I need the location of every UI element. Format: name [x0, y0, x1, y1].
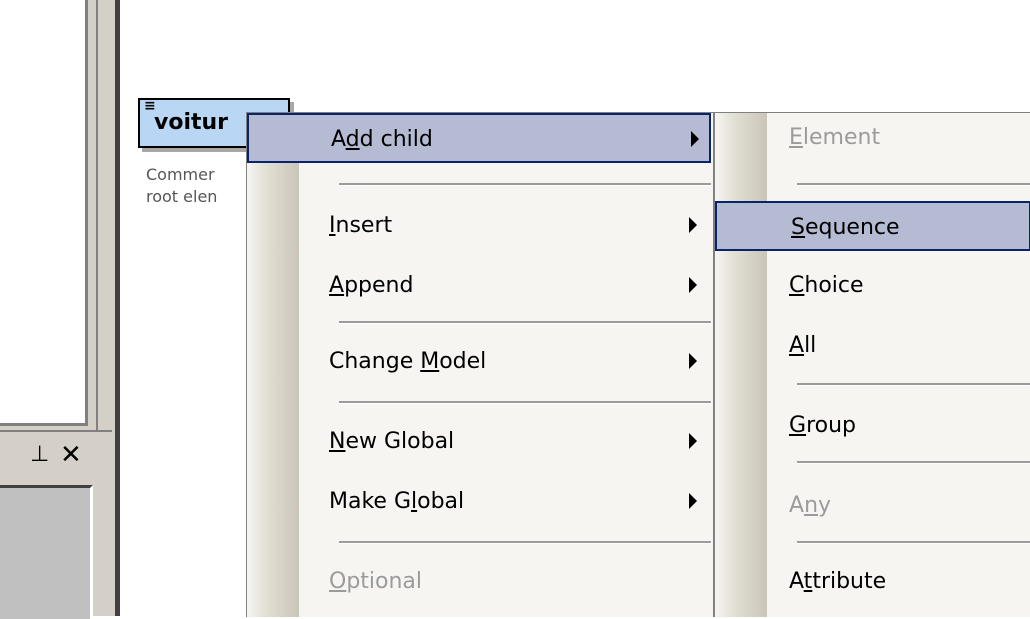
menu-item-label: Append	[329, 273, 413, 298]
label-prefix: Change	[329, 349, 421, 374]
access-key: A	[789, 333, 805, 358]
menu-separator	[339, 321, 711, 324]
menu-separator	[339, 401, 711, 404]
label-suffix: obal	[417, 489, 465, 514]
panel-splitter[interactable]	[90, 0, 98, 430]
menu-item-sequence[interactable]: Sequence	[715, 201, 1030, 251]
label-prefix: A	[789, 493, 805, 518]
menu-item-label: Insert	[329, 213, 392, 238]
menu-item-label: Attribute	[789, 569, 886, 594]
label-prefix: A	[331, 127, 346, 152]
label-suffix: ew Global	[345, 429, 455, 454]
label-suffix: equence	[804, 215, 900, 240]
menu-item-label: Any	[789, 493, 831, 518]
menu-separator	[797, 541, 1030, 544]
submenu-arrow-icon	[691, 131, 699, 147]
panel-body	[0, 485, 93, 619]
menu-item-any[interactable]: Any	[715, 481, 1030, 531]
access-key: G	[789, 413, 807, 438]
context-menu: Add child Insert Append Change Model New Glo…	[246, 112, 714, 617]
menu-item-change-model[interactable]: Change Model	[247, 337, 711, 387]
submenu-arrow-icon	[689, 277, 697, 293]
menu-separator	[797, 383, 1030, 386]
close-icon[interactable]: ✕	[60, 440, 82, 470]
access-key: S	[791, 215, 805, 240]
label-suffix: roup	[806, 413, 856, 438]
label-prefix: A	[789, 569, 804, 594]
label-suffix: nsert	[335, 213, 393, 238]
access-key: M	[420, 349, 440, 374]
access-key: N	[329, 429, 346, 454]
pin-icon[interactable]: ⊥	[30, 442, 49, 467]
panel-border	[115, 0, 120, 616]
menu-item-append[interactable]: Append	[247, 261, 711, 311]
menu-item-label: Make Global	[329, 489, 464, 514]
menu-item-make-global[interactable]: Make Global	[247, 477, 711, 527]
menu-item-all[interactable]: All	[715, 321, 1030, 371]
element-comment: Commer root elen	[146, 164, 256, 208]
submenu-arrow-icon	[689, 493, 697, 509]
label-suffix: ppend	[344, 273, 414, 298]
access-key: C	[789, 273, 805, 298]
label-suffix: ptional	[346, 569, 423, 594]
menu-separator	[797, 461, 1030, 464]
submenu-arrow-icon	[689, 353, 697, 369]
menu-item-label: Sequence	[791, 215, 900, 240]
access-key: E	[789, 125, 803, 150]
panel-divider	[0, 430, 112, 432]
menu-item-label: Choice	[789, 273, 864, 298]
menu-item-label: Optional	[329, 569, 422, 594]
access-key: A	[329, 273, 345, 298]
menu-item-element[interactable]: Element	[715, 113, 1030, 163]
menu-item-label: Group	[789, 413, 856, 438]
comment-line: Commer	[146, 165, 215, 184]
menu-item-label: New Global	[329, 429, 454, 454]
left-dock-panel: ⊥ ✕	[0, 0, 120, 619]
submenu-arrow-icon	[689, 217, 697, 233]
left-panel-content	[0, 0, 88, 426]
menu-separator	[797, 183, 1030, 186]
comment-line: root elen	[146, 187, 218, 206]
element-name: voitur	[154, 110, 229, 135]
label-prefix: Make G	[329, 489, 411, 514]
menu-item-label: All	[789, 333, 816, 358]
access-key: O	[329, 569, 347, 594]
menu-item-choice[interactable]: Choice	[715, 261, 1030, 311]
panel-titlebar: ⊥ ✕	[0, 436, 112, 476]
menu-item-new-global[interactable]: New Global	[247, 417, 711, 467]
submenu-arrow-icon	[689, 433, 697, 449]
menu-separator	[339, 183, 711, 186]
label-suffix: ll	[804, 333, 817, 358]
add-child-submenu: Element Sequence Choice All Group Any Attribut…	[714, 112, 1030, 617]
label-suffix: y	[818, 493, 832, 518]
label-suffix: d child	[359, 127, 433, 152]
menu-item-label: Add child	[331, 127, 433, 152]
menu-separator	[339, 541, 711, 544]
menu-item-optional[interactable]: Optional	[247, 557, 711, 607]
menu-item-add-child[interactable]: Add child	[247, 113, 711, 163]
label-suffix: hoice	[804, 273, 864, 298]
access-key: n	[804, 493, 819, 518]
menu-item-group[interactable]: Group	[715, 401, 1030, 451]
menu-item-attribute[interactable]: Attribute	[715, 557, 1030, 607]
label-suffix: tribute	[812, 569, 887, 594]
access-key: d	[345, 127, 360, 152]
menu-item-label: Element	[789, 125, 880, 150]
menu-item-insert[interactable]: Insert	[247, 201, 711, 251]
menu-item-label: Change Model	[329, 349, 486, 374]
label-suffix: lement	[802, 125, 881, 150]
label-suffix: odel	[439, 349, 487, 374]
